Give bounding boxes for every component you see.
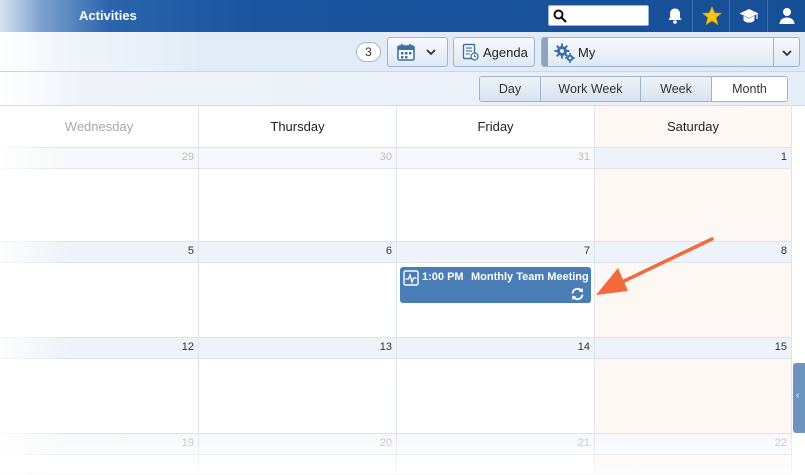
calendar-day-cell[interactable]: 8 bbox=[595, 242, 792, 338]
tab-day[interactable]: Day bbox=[480, 77, 541, 101]
learning-button[interactable] bbox=[730, 0, 767, 32]
day-header: Wednesday bbox=[0, 106, 199, 148]
calendar-day-cell[interactable]: 13 bbox=[199, 338, 397, 434]
day-header: Thursday bbox=[199, 106, 397, 148]
date-number: 20 bbox=[379, 437, 392, 449]
tab-month[interactable]: Month bbox=[712, 77, 787, 101]
search-icon bbox=[553, 9, 567, 23]
user-menu-button[interactable] bbox=[768, 0, 805, 32]
chevron-down-icon bbox=[782, 50, 792, 57]
top-bar: Activities bbox=[0, 0, 805, 32]
calendar-day-cell[interactable]: 21 bbox=[397, 434, 595, 475]
date-number: 13 bbox=[379, 341, 392, 353]
view-select-value: My bbox=[578, 45, 596, 60]
calendar-day-cell[interactable]: 20 bbox=[199, 434, 397, 475]
calendar-day-cell[interactable]: 22 bbox=[595, 434, 792, 475]
notifications-button[interactable] bbox=[656, 0, 693, 32]
event-time: 1:00 PM bbox=[422, 271, 464, 283]
calendar-day-cell[interactable]: 19 bbox=[0, 434, 199, 475]
date-number: 14 bbox=[577, 341, 590, 353]
graduation-cap-icon bbox=[739, 9, 758, 23]
meeting-icon bbox=[403, 270, 419, 286]
tab-week[interactable]: Week bbox=[641, 77, 712, 101]
calendar-day-cell[interactable]: 1 bbox=[595, 148, 792, 242]
agenda-label: Agenda bbox=[483, 44, 528, 60]
bell-icon bbox=[668, 8, 681, 24]
search-input[interactable] bbox=[571, 8, 645, 23]
date-number: 7 bbox=[583, 245, 590, 257]
date-number: 19 bbox=[181, 437, 194, 449]
search-box[interactable] bbox=[548, 5, 649, 26]
date-number: 8 bbox=[780, 245, 787, 257]
date-number: 12 bbox=[181, 341, 194, 353]
view-switcher-bar: Day Work Week Week Month bbox=[0, 72, 805, 106]
date-number: 29 bbox=[181, 151, 194, 163]
date-number: 5 bbox=[187, 245, 194, 257]
side-panel-toggle[interactable]: ‹ bbox=[793, 363, 805, 433]
agenda-button[interactable]: Agenda bbox=[453, 37, 535, 67]
date-number: 22 bbox=[774, 437, 787, 449]
day-header: Saturday bbox=[595, 106, 792, 148]
calendar-day-cell[interactable]: 6 bbox=[199, 242, 397, 338]
calendar-day-cell[interactable]: 5 bbox=[0, 242, 199, 338]
calendar-event[interactable]: 1:00 PM Monthly Team Meeting bbox=[400, 267, 591, 303]
activity-count-badge: 3 bbox=[356, 42, 381, 62]
gears-icon bbox=[554, 43, 575, 63]
calendar-day-cell[interactable]: 12 bbox=[0, 338, 199, 434]
calendar-view-select[interactable]: My bbox=[541, 37, 800, 67]
calendar-day-cell[interactable]: 15 bbox=[595, 338, 792, 434]
calendar-picker-button[interactable] bbox=[387, 37, 448, 67]
app-title: Activities bbox=[79, 8, 137, 23]
date-number: 21 bbox=[577, 437, 590, 449]
user-icon bbox=[779, 8, 794, 24]
date-number: 30 bbox=[379, 151, 392, 163]
calendar-icon bbox=[397, 44, 415, 61]
month-calendar: Wednesday Thursday Friday Saturday 29 30… bbox=[0, 106, 792, 475]
recurring-icon bbox=[571, 288, 584, 300]
tab-work-week[interactable]: Work Week bbox=[541, 77, 641, 101]
calendar-day-cell[interactable]: 30 bbox=[199, 148, 397, 242]
star-icon bbox=[701, 6, 722, 26]
event-title: Monthly Team Meeting bbox=[471, 271, 589, 283]
date-number: 15 bbox=[774, 341, 787, 353]
date-number: 1 bbox=[780, 151, 787, 163]
calendar-day-cell[interactable]: 14 bbox=[397, 338, 595, 434]
date-number: 6 bbox=[385, 245, 392, 257]
day-header: Friday bbox=[397, 106, 595, 148]
chevron-down-icon bbox=[426, 49, 436, 56]
calendar-day-cell[interactable]: 29 bbox=[0, 148, 199, 242]
chevron-left-icon: ‹ bbox=[796, 390, 800, 401]
select-grip bbox=[542, 38, 548, 66]
agenda-icon bbox=[462, 43, 479, 61]
date-number: 31 bbox=[577, 151, 590, 163]
favorites-button[interactable] bbox=[693, 0, 730, 32]
calendar-toolbar: 3 Agenda My bbox=[0, 32, 805, 72]
view-tabs: Day Work Week Week Month bbox=[479, 76, 788, 102]
calendar-day-cell[interactable]: 31 bbox=[397, 148, 595, 242]
